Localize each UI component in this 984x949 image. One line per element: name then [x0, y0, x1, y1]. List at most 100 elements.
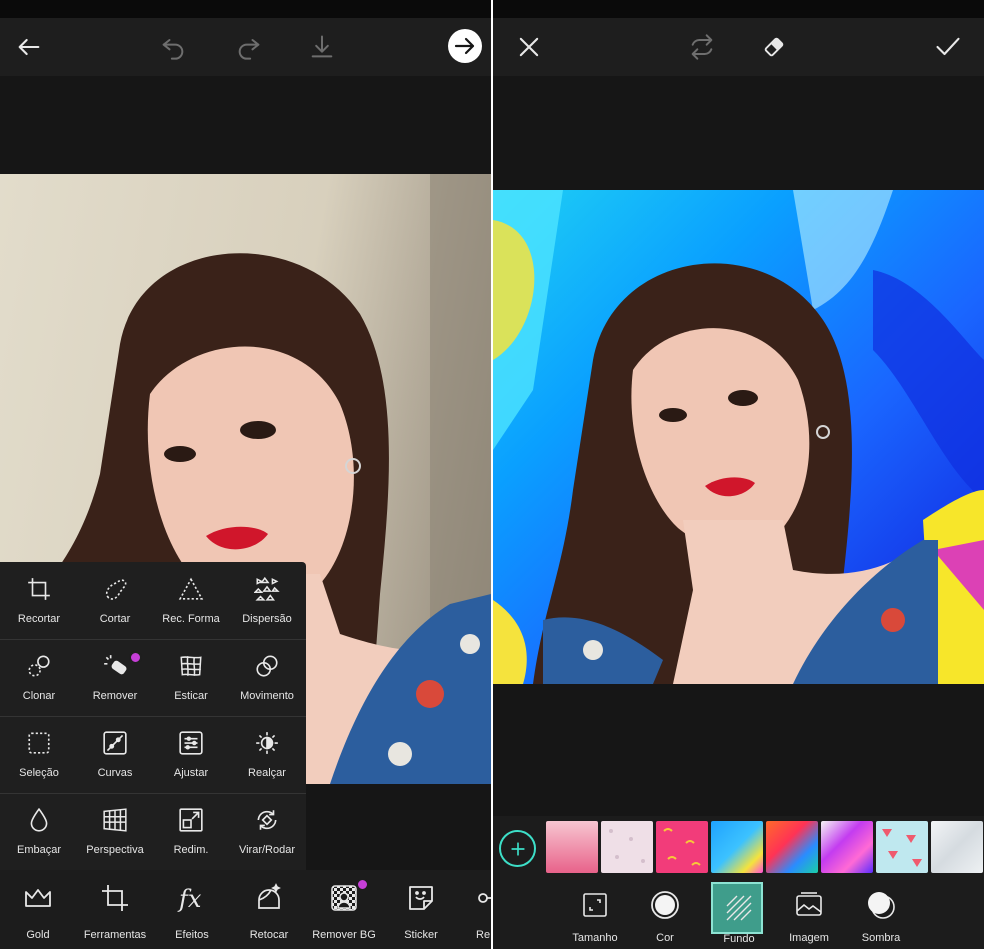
add-background-button[interactable] — [499, 830, 536, 867]
nav-ferramentas[interactable]: Ferramentas — [77, 870, 153, 949]
nav-label: Remover BG — [312, 929, 376, 941]
perspective-icon — [103, 808, 127, 832]
swatch-blue-paint[interactable] — [711, 821, 763, 873]
swatch-orange-paint[interactable] — [766, 821, 818, 873]
face-retouch-icon — [258, 883, 281, 909]
option-fundo[interactable]: Fundo — [711, 876, 767, 949]
undo-button[interactable] — [154, 28, 192, 66]
swatch-marble[interactable] — [931, 821, 983, 873]
swatch-pale-pattern[interactable] — [601, 821, 653, 873]
nav-sticker[interactable]: Sticker — [383, 870, 459, 949]
portrait-with-background — [493, 190, 984, 684]
nav-label: Ferramentas — [83, 929, 147, 941]
redo-button[interactable] — [230, 28, 268, 66]
key-icon — [478, 893, 491, 903]
close-button[interactable] — [510, 28, 548, 66]
pattern-dots — [609, 829, 645, 863]
check-icon — [936, 37, 960, 56]
tool-remover[interactable]: Remover — [77, 639, 153, 716]
svg-text:fx: fx — [177, 885, 202, 913]
photo-canvas[interactable] — [493, 190, 984, 684]
top-toolbar — [493, 18, 984, 76]
tool-perspectiva[interactable]: Perspectiva — [77, 793, 153, 870]
pattern-watermelon — [882, 829, 922, 867]
download-button[interactable] — [303, 28, 341, 66]
arrow-left-icon — [18, 38, 40, 56]
tool-label: Embaçar — [16, 844, 62, 856]
tool-selecao[interactable]: Seleção — [1, 716, 77, 793]
arrow-right-circle-icon — [448, 29, 482, 63]
blur-icon — [30, 807, 48, 832]
background-options-nav: Tamanho Cor Fundo Imagem Sombra — [493, 876, 984, 949]
selection-icon — [28, 732, 50, 754]
gold-badge — [356, 878, 369, 891]
crown-icon — [25, 889, 51, 907]
redo-icon — [238, 39, 260, 60]
swatch-pink-gradient[interactable] — [546, 821, 598, 873]
tool-esticar[interactable]: Esticar — [153, 639, 229, 716]
nav-label: Efeitos — [175, 929, 209, 941]
nav-efeitos[interactable]: fx Efeitos — [154, 870, 230, 949]
fx-icon: fx — [177, 885, 202, 913]
nav-label: Re — [476, 929, 491, 941]
nav-retocar[interactable]: Retocar — [231, 870, 307, 949]
tool-label: Seleção — [19, 767, 59, 779]
option-cor[interactable]: Cor — [628, 876, 702, 949]
tool-clonar[interactable]: Clonar — [1, 639, 77, 716]
tool-label: Remover — [92, 690, 138, 702]
adjust-icon — [179, 731, 203, 755]
tool-label: Virar/Rodar — [238, 844, 296, 856]
tool-cortar[interactable]: Cortar — [77, 562, 153, 639]
tool-label: Curvas — [97, 767, 133, 779]
tool-ajustar[interactable]: Ajustar — [153, 716, 229, 793]
tool-label: Clonar — [22, 690, 56, 702]
tool-movimento[interactable]: Movimento — [229, 639, 305, 716]
tools-panel: Recortar Cortar Rec. Forma Dispersão Clo… — [0, 562, 306, 870]
swatch-purple-paint[interactable] — [821, 821, 873, 873]
nav-label: Gold — [26, 929, 50, 941]
tool-recortar[interactable]: Recortar — [1, 562, 77, 639]
curves-icon — [103, 731, 127, 755]
dispersion-icon — [254, 576, 280, 601]
option-label: Tamanho — [572, 932, 618, 944]
flip-rotate-icon — [257, 810, 277, 830]
option-tamanho[interactable]: Tamanho — [558, 876, 632, 949]
option-label: Sombra — [861, 932, 901, 944]
tool-realcar[interactable]: Realçar — [229, 716, 305, 793]
tool-rec-forma[interactable]: Rec. Forma — [153, 562, 229, 639]
tool-curvas[interactable]: Curvas — [77, 716, 153, 793]
remove-icon — [104, 655, 127, 675]
back-button[interactable] — [10, 28, 48, 66]
apply-button[interactable] — [929, 28, 967, 66]
option-sombra[interactable]: Sombra — [844, 876, 918, 949]
background-swatches — [493, 816, 984, 876]
enhance-icon — [256, 732, 278, 754]
swatch-watermelon[interactable] — [876, 821, 928, 873]
swap-button[interactable] — [683, 28, 721, 66]
nav-label: Retocar — [249, 929, 289, 941]
swatch-pink-confetti[interactable] — [656, 821, 708, 873]
freecrop-icon — [105, 579, 127, 600]
tool-label: Perspectiva — [86, 844, 144, 856]
tool-redim[interactable]: Redim. — [153, 793, 229, 870]
nav-gold[interactable]: Gold — [0, 870, 76, 949]
nav-more[interactable]: Re — [455, 870, 491, 949]
option-imagem[interactable]: Imagem — [772, 876, 846, 949]
eraser-button[interactable] — [755, 28, 793, 66]
clone-icon — [28, 655, 50, 677]
status-bar — [493, 0, 984, 18]
eraser-icon — [764, 37, 784, 57]
nav-remover-bg[interactable]: Remover BG — [306, 870, 382, 949]
tool-label: Movimento — [240, 690, 294, 702]
pattern-confetti — [663, 828, 701, 866]
tool-virar-rodar[interactable]: Virar/Rodar — [229, 793, 305, 870]
tool-embacar[interactable]: Embaçar — [1, 793, 77, 870]
color-circle-icon — [651, 891, 679, 919]
tool-label: Esticar — [174, 690, 208, 702]
status-bar — [0, 0, 491, 18]
next-button[interactable] — [446, 27, 484, 65]
editor-screen: Recortar Cortar Rec. Forma Dispersão Clo… — [0, 0, 491, 949]
top-toolbar — [0, 18, 491, 76]
tool-dispersao[interactable]: Dispersão — [229, 562, 305, 639]
shadow-icon — [868, 892, 895, 919]
